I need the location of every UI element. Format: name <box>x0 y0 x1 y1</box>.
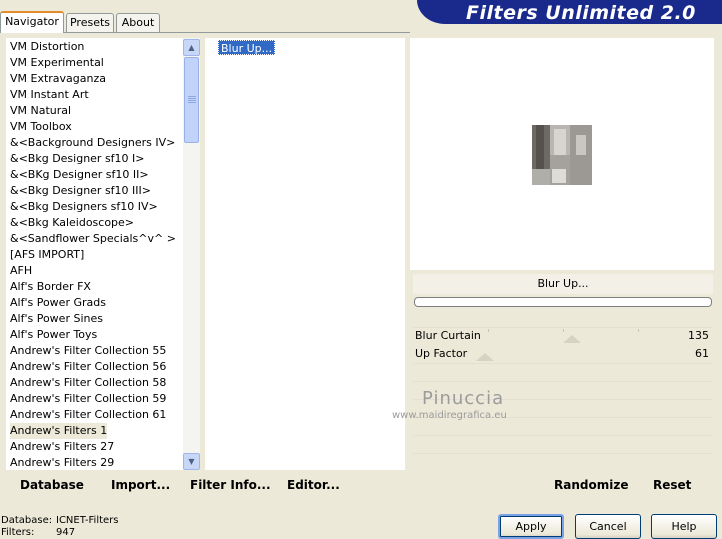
slider-label: Up Factor <box>415 347 468 360</box>
watermark-url: www.maidiregrafica.eu <box>392 410 507 421</box>
category-item[interactable]: &<Sandflower Specials^v^ > <box>10 231 176 247</box>
preview-thumbnail <box>532 125 592 185</box>
category-item[interactable]: &<BKg Designer sf10 II> <box>10 167 149 183</box>
category-item[interactable]: Andrew's Filter Collection 61 <box>10 407 166 423</box>
slider-value: 61 <box>695 347 709 360</box>
category-item[interactable]: Andrew's Filter Collection 55 <box>10 343 166 359</box>
category-item[interactable]: Andrew's Filter Collection 56 <box>10 359 166 375</box>
help-button[interactable]: Help <box>651 514 717 539</box>
category-item[interactable]: VM Experimental <box>10 55 104 71</box>
category-item[interactable]: Alf's Power Toys <box>10 327 97 343</box>
category-list[interactable]: VM Distortion VM Experimental VM Extrava… <box>6 38 183 470</box>
apply-button[interactable]: Apply <box>498 514 564 539</box>
scroll-up-button[interactable]: ▲ <box>183 39 200 56</box>
divider <box>413 435 713 436</box>
slider-knob[interactable] <box>563 335 581 343</box>
randomize-button[interactable]: Randomize <box>554 477 628 493</box>
editor-button[interactable]: Editor... <box>287 477 340 493</box>
divider <box>413 453 713 454</box>
filter-item-selected[interactable]: Blur Up... <box>218 40 276 55</box>
filter-info-button[interactable]: Filter Info... <box>190 477 271 493</box>
banner-title: Filters Unlimited 2.0 <box>466 2 696 24</box>
category-item[interactable]: Andrew's Filter Collection 58 <box>10 375 166 391</box>
category-item[interactable]: Andrew's Filters 27 <box>10 439 114 455</box>
category-item[interactable]: &<Bkg Designer sf10 III> <box>10 183 151 199</box>
chevron-up-icon: ▲ <box>188 43 195 52</box>
tab-presets[interactable]: Presets <box>66 13 114 32</box>
filter-list[interactable] <box>205 38 405 470</box>
category-item[interactable]: Alf's Power Grads <box>10 295 106 311</box>
slider-knob[interactable] <box>476 353 494 361</box>
category-item[interactable]: &<Background Designers IV> <box>10 135 175 151</box>
import-button[interactable]: Import... <box>111 477 170 493</box>
category-item[interactable]: &<Bkg Designers sf10 IV> <box>10 199 158 215</box>
category-item[interactable]: Alf's Power Sines <box>10 311 103 327</box>
slider-tick <box>488 329 489 332</box>
tab-navigator[interactable]: Navigator <box>0 11 64 33</box>
category-item[interactable]: &<Bkg Kaleidoscope> <box>10 215 134 231</box>
status-filters-label: Filters: <box>1 527 35 538</box>
tab-about[interactable]: About <box>116 13 160 32</box>
slider-up-factor[interactable]: Up Factor 61 <box>413 345 713 363</box>
slider-value: 135 <box>688 329 709 342</box>
progress-bar <box>414 297 712 307</box>
category-item[interactable]: VM Distortion <box>10 39 84 55</box>
status-database-value: ICNET-Filters <box>56 515 119 526</box>
scroll-down-button[interactable]: ▼ <box>183 453 200 470</box>
category-item[interactable]: &<Bkg Designer sf10 I> <box>10 151 145 167</box>
category-item[interactable]: Andrew's Filters 29 <box>10 455 114 471</box>
cancel-button[interactable]: Cancel <box>575 514 641 539</box>
slider-tick <box>638 329 639 332</box>
category-item[interactable]: Andrew's Filters 1 <box>10 423 108 439</box>
status-filters-value: 947 <box>56 527 76 538</box>
database-button[interactable]: Database <box>20 477 84 493</box>
divider <box>413 363 713 364</box>
filter-title: Blur Up... <box>413 274 713 294</box>
category-item[interactable]: Alf's Border FX <box>10 279 91 295</box>
grip-icon <box>188 96 196 104</box>
scroll-thumb[interactable] <box>184 57 199 143</box>
category-item[interactable]: Andrew's Filter Collection 59 <box>10 391 166 407</box>
category-item[interactable]: VM Instant Art <box>10 87 89 103</box>
slider-label: Blur Curtain <box>415 329 481 342</box>
status-database-label: Database: <box>1 515 53 526</box>
category-item[interactable]: [AFS IMPORT] <box>10 247 84 263</box>
divider <box>413 381 713 382</box>
slider-tick <box>563 329 564 332</box>
category-item[interactable]: VM Extravaganza <box>10 71 106 87</box>
category-item[interactable]: VM Natural <box>10 103 71 119</box>
watermark-name: Pinuccia <box>422 388 505 409</box>
category-item[interactable]: VM Toolbox <box>10 119 72 135</box>
reset-button[interactable]: Reset <box>653 477 691 493</box>
chevron-down-icon: ▼ <box>188 457 195 466</box>
category-item[interactable]: AFH <box>10 263 32 279</box>
